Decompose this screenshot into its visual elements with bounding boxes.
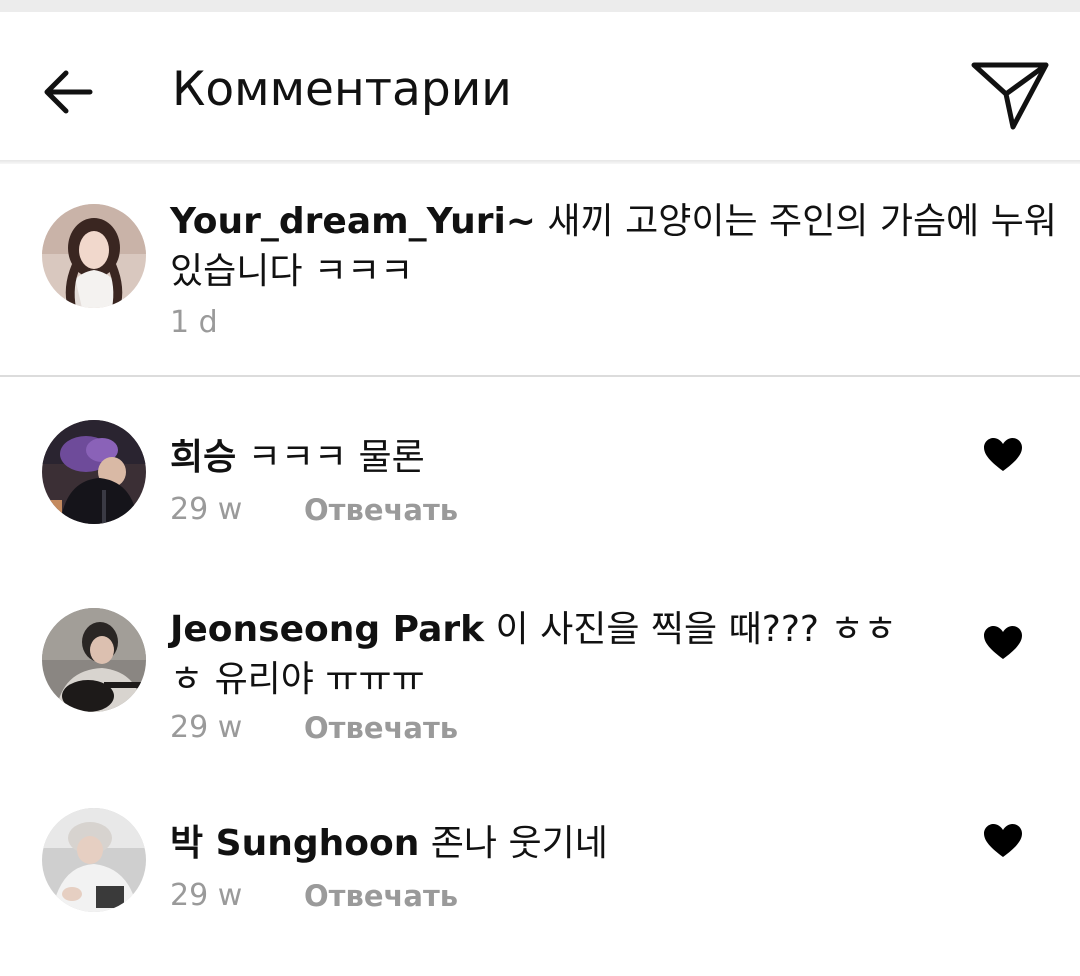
comment-2-text: 이 사진을 찍을 때??? ㅎㅎ [484,609,897,650]
heart-filled-icon [984,824,1022,857]
share-button[interactable] [960,50,1060,140]
comment-3-reply-button[interactable]: Отвечать [304,878,458,914]
header-divider [0,160,1080,164]
comment-1-username[interactable]: 희승 [170,437,236,478]
status-strip [0,0,1080,12]
caption-divider [0,375,1080,377]
heart-filled-icon [984,626,1022,659]
comment-3-like-button[interactable] [976,814,1030,868]
comment-1-like-button[interactable] [976,428,1030,482]
comment-3-line-1: 박 Sunghoon 존나 웃기네 [170,818,608,870]
back-button[interactable] [28,52,108,132]
comment-1-line-1: 희승 ㅋㅋㅋ 물론 [170,432,425,484]
comment-3-timestamp: 29 w [170,878,243,913]
comment-2-timestamp: 29 w [170,710,243,745]
comment-2-line-1: Jeonseong Park 이 사진을 찍을 때??? ㅎㅎ [170,604,897,656]
comment-2-line-2: ㅎ 유리야 ㅠㅠㅠ [170,659,425,700]
top-bar: Комментарии [0,12,1080,162]
caption-text: 새끼 고양이는 주인의 가슴에 누워 [535,201,1057,242]
comment-1-reply-button[interactable]: Отвечать [304,492,458,528]
avatar-comment-3[interactable] [42,808,146,912]
comment-1-timestamp: 29 w [170,492,243,527]
avatar-comment-1[interactable] [42,420,146,524]
comment-3-username[interactable]: 박 Sunghoon [170,823,419,864]
comment-1-text: ㅋㅋㅋ 물론 [236,437,425,478]
caption-line-2: 있습니다 ㅋㅋㅋ [170,251,414,292]
paper-plane-icon [971,62,1049,130]
heart-filled-icon [984,438,1022,471]
avatar-comment-2[interactable] [42,608,146,712]
page-title: Комментарии [172,62,512,117]
comment-2-username[interactable]: Jeonseong Park [170,609,484,650]
caption-username[interactable]: Your_dream_Yuri~ [170,201,536,242]
avatar-caption-author[interactable] [42,204,146,308]
comment-2-like-button[interactable] [976,616,1030,670]
caption-line-1: Your_dream_Yuri~ 새끼 고양이는 주인의 가슴에 누워 [170,196,1057,248]
comment-2-reply-button[interactable]: Отвечать [304,710,458,746]
arrow-left-icon [44,70,93,114]
caption-timestamp: 1 d [170,305,218,340]
comment-3-text: 존나 웃기네 [419,823,608,864]
